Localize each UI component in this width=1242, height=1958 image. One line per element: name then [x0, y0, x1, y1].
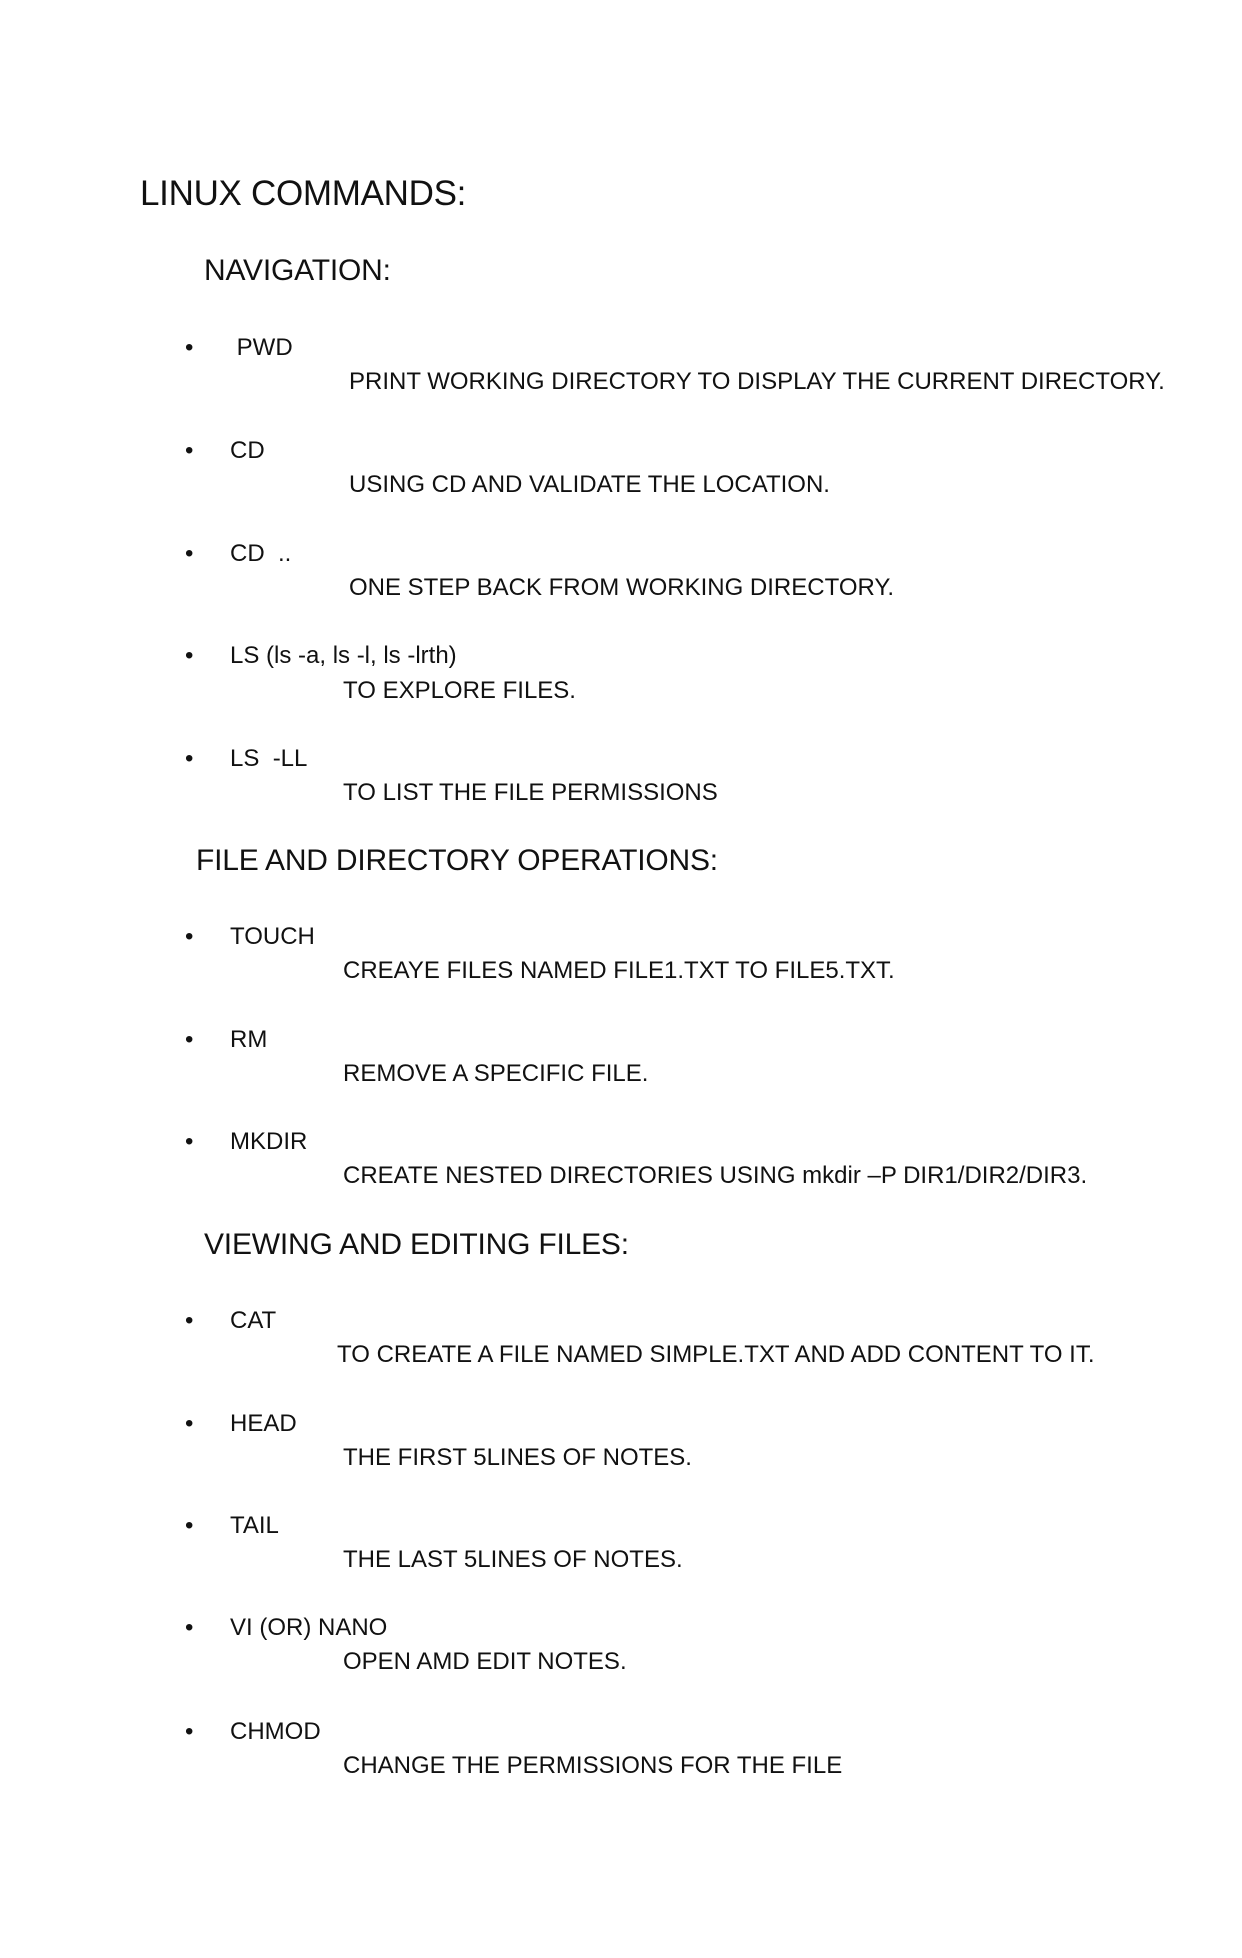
command-description: THE FIRST 5LINES OF NOTES. — [343, 1444, 692, 1471]
command-description: PRINT WORKING DIRECTORY TO DISPLAY THE C… — [349, 368, 1165, 395]
bullet-icon: • — [185, 540, 194, 567]
command-name: LS -LL — [230, 745, 308, 772]
section-heading-navigation: NAVIGATION: — [204, 254, 391, 287]
section-heading-file-directory-operations: FILE AND DIRECTORY OPERATIONS: — [196, 844, 718, 877]
command-name: MKDIR — [230, 1128, 308, 1155]
command-description: TO LIST THE FILE PERMISSIONS — [343, 779, 718, 806]
command-name: RM — [230, 1026, 268, 1053]
bullet-icon: • — [185, 1307, 194, 1334]
command-description: CREAYE FILES NAMED FILE1.TXT TO FILE5.TX… — [343, 957, 895, 984]
bullet-icon: • — [185, 437, 194, 464]
bullet-icon: • — [185, 745, 194, 772]
command-description: ONE STEP BACK FROM WORKING DIRECTORY. — [349, 574, 894, 601]
command-name: VI (OR) NANO — [230, 1614, 388, 1641]
command-name: PWD — [230, 334, 293, 361]
bullet-icon: • — [185, 334, 194, 361]
bullet-icon: • — [185, 642, 194, 669]
bullet-icon: • — [185, 1614, 194, 1641]
command-name: CD — [230, 437, 265, 464]
section-heading-viewing-editing-files: VIEWING AND EDITING FILES: — [204, 1228, 629, 1261]
command-name: TAIL — [230, 1512, 279, 1539]
command-description: USING CD AND VALIDATE THE LOCATION. — [349, 471, 830, 498]
command-description: CHANGE THE PERMISSIONS FOR THE FILE — [343, 1752, 843, 1779]
bullet-icon: • — [185, 1512, 194, 1539]
bullet-icon: • — [185, 1410, 194, 1437]
command-name: HEAD — [230, 1410, 297, 1437]
command-name: TOUCH — [230, 923, 315, 950]
command-name: CHMOD — [230, 1718, 321, 1745]
command-name: LS (ls -a, ls -l, ls -lrth) — [230, 642, 457, 669]
bullet-icon: • — [185, 1718, 194, 1745]
bullet-icon: • — [185, 1128, 194, 1155]
command-description: CREATE NESTED DIRECTORIES USING mkdir –P… — [343, 1162, 1088, 1189]
document-title: LINUX COMMANDS: — [140, 174, 467, 213]
bullet-icon: • — [185, 923, 194, 950]
command-description: TO CREATE A FILE NAMED SIMPLE.TXT AND AD… — [337, 1341, 1095, 1368]
command-name: CD .. — [230, 540, 292, 567]
command-description: OPEN AMD EDIT NOTES. — [343, 1648, 627, 1675]
command-name: CAT — [230, 1307, 277, 1334]
command-description: TO EXPLORE FILES. — [343, 677, 576, 704]
document-page: LINUX COMMANDS: NAVIGATION: • PWD PRINT … — [0, 0, 1242, 1958]
command-description: THE LAST 5LINES OF NOTES. — [343, 1546, 683, 1573]
bullet-icon: • — [185, 1026, 194, 1053]
command-description: REMOVE A SPECIFIC FILE. — [343, 1060, 649, 1087]
